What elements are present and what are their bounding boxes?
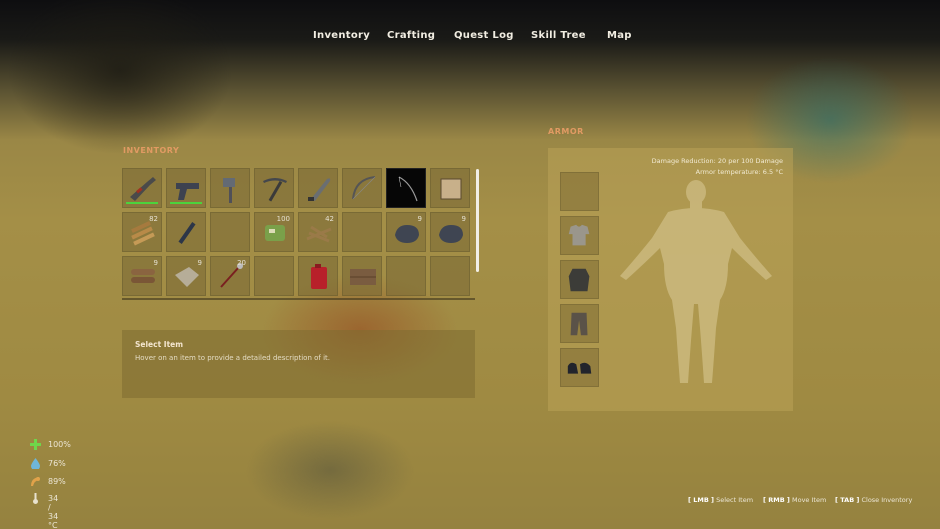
inventory-slot[interactable]: 9 <box>386 212 426 252</box>
item-count: 9 <box>461 215 466 223</box>
inventory-divider <box>122 298 475 300</box>
health-plus-icon <box>30 439 41 450</box>
inventory-slot[interactable] <box>254 168 294 208</box>
rifle-icon <box>130 177 156 201</box>
inventory-slot[interactable] <box>430 168 470 208</box>
inventory-slot[interactable]: 82 <box>122 212 162 252</box>
pickaxe-icon <box>263 178 287 202</box>
shirt-icon <box>568 224 590 246</box>
inventory-slot[interactable] <box>430 256 470 296</box>
water-drop-icon <box>31 458 40 469</box>
item-count: 82 <box>149 215 158 223</box>
inventory-slot[interactable] <box>298 256 338 296</box>
inventory-slot[interactable] <box>342 212 382 252</box>
armor-slot[interactable] <box>560 304 599 343</box>
pants-icon <box>570 312 588 336</box>
item-count: 9 <box>153 259 158 267</box>
inventory-slot[interactable] <box>298 168 338 208</box>
inventory-slot[interactable]: 9 <box>122 256 162 296</box>
fuel-can-icon <box>311 264 327 289</box>
status-value: 100% <box>48 440 71 449</box>
vest-icon <box>568 268 590 292</box>
inventory-scrollbar[interactable] <box>476 169 479 272</box>
inventory-slot[interactable] <box>386 168 426 208</box>
pistol-icon <box>176 183 199 200</box>
item-count: 9 <box>417 215 422 223</box>
durability-bar <box>170 202 202 204</box>
durability-bar <box>126 202 158 204</box>
inventory-slot[interactable]: 9 <box>166 256 206 296</box>
inventory-slot[interactable] <box>386 256 426 296</box>
item-count: 20 <box>237 259 246 267</box>
inventory-slot[interactable] <box>166 212 206 252</box>
inventory-slot[interactable]: 42 <box>298 212 338 252</box>
crate-icon <box>350 269 376 285</box>
armor-panel: Damage Reduction: 20 per 100 Damage Armo… <box>548 148 793 411</box>
hint-rmb: [ RMB ] Move Item <box>763 496 827 504</box>
tab-quest-log[interactable]: Quest Log <box>454 30 514 41</box>
inventory-slot[interactable]: 100 <box>254 212 294 252</box>
armor-temperature-stat: Armor temperature: 6.5 °C <box>695 168 783 176</box>
inventory-title: INVENTORY <box>123 146 180 155</box>
inventory-slot[interactable] <box>210 168 250 208</box>
item-description-title: Select Item <box>135 340 184 349</box>
armor-slot[interactable] <box>560 260 599 299</box>
hatchet-icon <box>223 178 235 203</box>
inventory-slot[interactable] <box>342 168 382 208</box>
damage-reduction-stat: Damage Reduction: 20 per 100 Damage <box>651 157 783 165</box>
armor-slot[interactable] <box>560 348 599 387</box>
character-silhouette <box>620 180 772 383</box>
boots-icon <box>567 362 592 374</box>
armor-title: ARMOR <box>548 127 584 136</box>
box-item-icon <box>440 178 462 200</box>
bow-icon <box>352 176 376 200</box>
status-value: 34 / 34 °C <box>48 494 59 529</box>
screwdriver-icon <box>178 222 196 244</box>
armor-slot[interactable] <box>560 172 599 211</box>
tab-map[interactable]: Map <box>607 30 632 41</box>
status-value: 76% <box>48 459 66 468</box>
inventory-slot[interactable]: 9 <box>430 212 470 252</box>
top-nav: Inventory Crafting Quest Log Skill Tree … <box>0 30 940 54</box>
hint-lmb: [ LMB ] Select Item <box>688 496 754 504</box>
inventory-slot[interactable] <box>254 256 294 296</box>
fishing-rod-icon <box>398 176 418 202</box>
item-description-panel: Select Item Hover on an item to provide … <box>122 330 475 398</box>
inventory-slot[interactable] <box>210 212 250 252</box>
item-count: 9 <box>197 259 202 267</box>
status-value: 89% <box>48 477 66 486</box>
machete-icon <box>308 178 331 201</box>
armor-slot[interactable] <box>560 216 599 255</box>
inventory-slot[interactable] <box>166 168 206 208</box>
food-icon <box>31 477 40 486</box>
item-count: 42 <box>325 215 334 223</box>
tab-crafting[interactable]: Crafting <box>387 30 435 41</box>
tab-skill-tree[interactable]: Skill Tree <box>531 30 586 41</box>
item-count: 100 <box>276 215 290 223</box>
item-description-text: Hover on an item to provide a detailed d… <box>135 354 330 362</box>
tab-inventory[interactable]: Inventory <box>313 30 370 41</box>
inventory-slot[interactable] <box>342 256 382 296</box>
inventory-slot[interactable] <box>122 168 162 208</box>
thermometer-icon <box>33 493 38 504</box>
hint-tab: [ TAB ] Close Inventory <box>835 496 913 504</box>
inventory-slot[interactable]: 20 <box>210 256 250 296</box>
